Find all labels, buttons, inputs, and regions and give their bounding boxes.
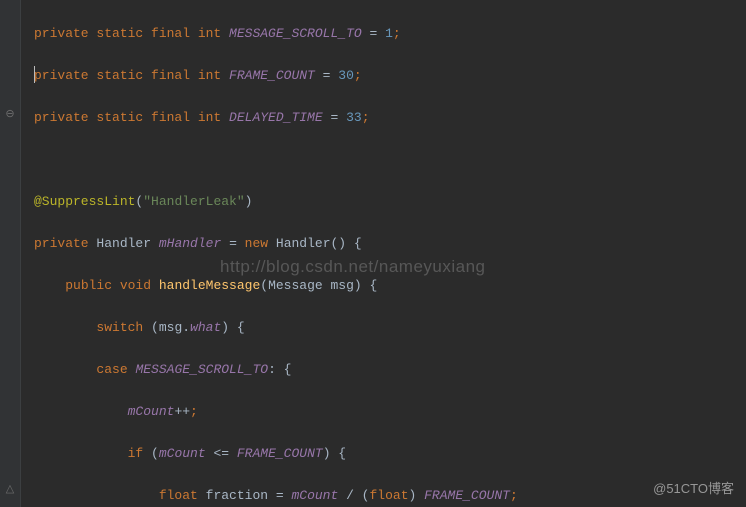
code-line[interactable]: private static final int DELAYED_TIME = … [34,107,746,128]
code-line[interactable]: public void handleMessage(Message msg) { [34,275,746,296]
code-line[interactable]: if (mCount <= FRAME_COUNT) { [34,443,746,464]
code-line[interactable]: switch (msg.what) { [34,317,746,338]
code-line[interactable]: mCount++; [34,401,746,422]
code-editor[interactable]: ⊖ △ private static final int MESSAGE_SCR… [0,0,746,507]
code-area[interactable]: private static final int MESSAGE_SCROLL_… [20,0,746,507]
code-line[interactable]: @SuppressLint("HandlerLeak") [34,191,746,212]
code-line[interactable]: float fraction = mCount / (float) FRAME_… [34,485,746,506]
code-line[interactable]: private static final int MESSAGE_SCROLL_… [34,23,746,44]
collapse-icon[interactable]: ⊖ [3,108,17,122]
code-line[interactable] [34,149,746,170]
gutter: ⊖ △ [0,0,21,507]
structure-icon[interactable]: △ [3,483,17,497]
code-line[interactable]: private static final int FRAME_COUNT = 3… [34,65,746,86]
code-line[interactable]: private Handler mHandler = new Handler()… [34,233,746,254]
code-line[interactable]: case MESSAGE_SCROLL_TO: { [34,359,746,380]
